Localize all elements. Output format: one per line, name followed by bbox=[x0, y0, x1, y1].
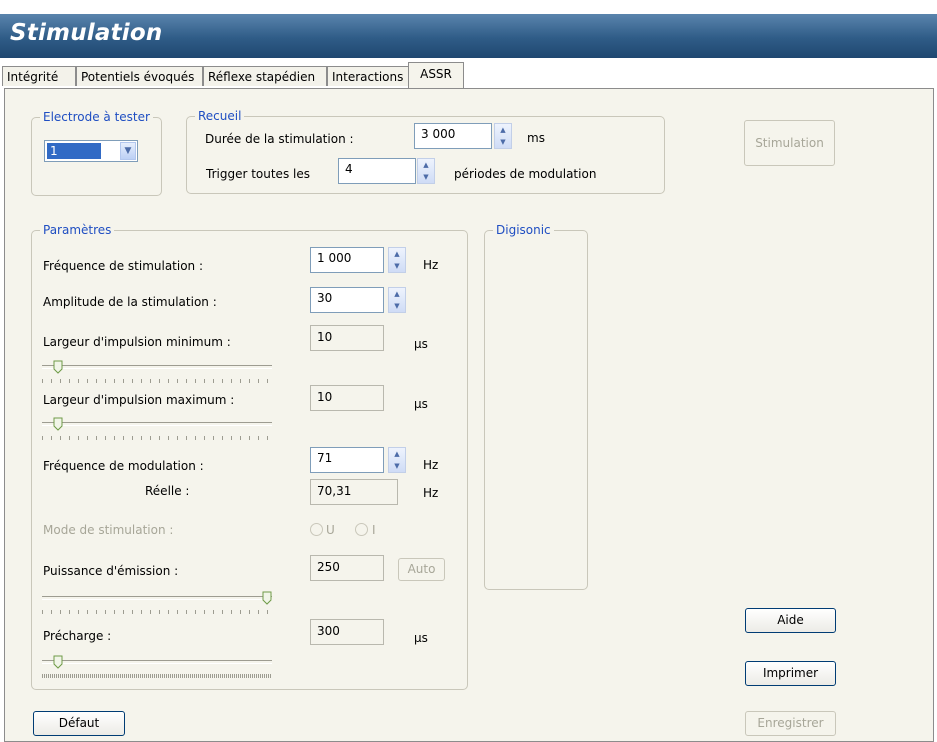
tab-label: Réflexe stapédien bbox=[208, 70, 316, 84]
slider-track bbox=[42, 365, 272, 369]
defaut-button[interactable]: Défaut bbox=[33, 711, 125, 736]
title-bar: Stimulation bbox=[0, 14, 937, 58]
window-title: Stimulation bbox=[10, 20, 163, 46]
digisonic-group: Digisonic bbox=[484, 223, 588, 590]
amplitude-input[interactable]: 30 bbox=[310, 287, 384, 313]
reelle-value: 70,31 bbox=[310, 479, 398, 505]
electrode-value: 1 bbox=[47, 143, 101, 159]
mode-i-label: I bbox=[372, 523, 376, 537]
tab-label: Interactions bbox=[332, 70, 404, 84]
chevron-up-icon[interactable]: ▲ bbox=[418, 159, 434, 171]
largeur-max-label: Largeur d'impulsion maximum : bbox=[43, 393, 235, 407]
mode-u-radio[interactable] bbox=[310, 523, 323, 536]
chevron-down-icon[interactable]: ▼ bbox=[495, 136, 511, 148]
largeur-max-value: 10 bbox=[310, 385, 384, 411]
puissance-value: 250 bbox=[310, 555, 384, 581]
largeur-min-value: 10 bbox=[310, 325, 384, 351]
reelle-label: Réelle : bbox=[145, 484, 190, 498]
chevron-up-icon[interactable]: ▲ bbox=[389, 448, 405, 460]
tab-integrite[interactable]: Intégrité bbox=[2, 66, 76, 86]
trigger-spinner[interactable]: ▲ ▼ bbox=[417, 158, 435, 184]
chevron-up-icon[interactable]: ▲ bbox=[389, 288, 405, 300]
slider-thumb-icon[interactable] bbox=[262, 591, 272, 605]
tab-label: ASSR bbox=[420, 67, 452, 81]
tab-interactions[interactable]: Interactions bbox=[327, 66, 410, 86]
enregistrer-button[interactable]: Enregistrer bbox=[745, 711, 836, 736]
tab-reflexe-stapedien[interactable]: Réflexe stapédien bbox=[203, 66, 327, 86]
chevron-down-icon[interactable]: ▼ bbox=[389, 260, 405, 272]
slider-thumb-icon[interactable] bbox=[53, 417, 63, 431]
amplitude-label: Amplitude de la stimulation : bbox=[43, 295, 217, 309]
mode-u-label: U bbox=[326, 523, 335, 537]
duree-spinner[interactable]: ▲ ▼ bbox=[494, 123, 512, 149]
aide-button[interactable]: Aide bbox=[745, 608, 836, 633]
slider-ticks bbox=[42, 610, 272, 614]
freq-stim-input[interactable]: 1 000 bbox=[310, 247, 384, 273]
precharge-slider[interactable] bbox=[42, 655, 272, 681]
mode-label: Mode de stimulation : bbox=[43, 523, 174, 537]
recueil-group: Recueil Durée de la stimulation : 3 000 … bbox=[186, 109, 665, 194]
freq-mod-spinner[interactable]: ▲ ▼ bbox=[388, 447, 406, 473]
slider-thumb-icon[interactable] bbox=[53, 655, 63, 669]
amplitude-spinner[interactable]: ▲ ▼ bbox=[388, 287, 406, 313]
auto-button[interactable]: Auto bbox=[398, 558, 445, 581]
slider-track bbox=[42, 660, 272, 664]
trigger-unit: périodes de modulation bbox=[454, 167, 597, 181]
chevron-down-icon[interactable]: ▼ bbox=[418, 171, 434, 183]
slider-track bbox=[42, 422, 272, 426]
slider-track bbox=[42, 596, 272, 600]
freq-mod-label: Fréquence de modulation : bbox=[43, 459, 204, 473]
tab-label: Potentiels évoqués bbox=[81, 70, 195, 84]
precharge-value: 300 bbox=[310, 619, 384, 645]
largeur-max-unit: µs bbox=[414, 397, 428, 411]
chevron-down-icon[interactable]: ▼ bbox=[389, 460, 405, 472]
freq-stim-label: Fréquence de stimulation : bbox=[43, 259, 204, 273]
freq-stim-unit: Hz bbox=[423, 258, 439, 272]
freq-mod-input[interactable]: 71 bbox=[310, 447, 384, 473]
recueil-legend: Recueil bbox=[195, 109, 245, 123]
tab-strip: Intégrité Potentiels évoqués Réflexe sta… bbox=[0, 62, 937, 88]
puissance-slider[interactable] bbox=[42, 591, 272, 617]
imprimer-button[interactable]: Imprimer bbox=[745, 661, 836, 686]
slider-ticks bbox=[42, 674, 272, 678]
duree-unit: ms bbox=[527, 131, 545, 145]
chevron-down-icon[interactable]: ▼ bbox=[389, 300, 405, 312]
precharge-label: Précharge : bbox=[43, 629, 112, 643]
trigger-label: Trigger toutes les bbox=[206, 167, 310, 181]
largeur-min-slider[interactable] bbox=[42, 360, 272, 386]
parametres-legend: Paramètres bbox=[40, 223, 115, 237]
chevron-up-icon[interactable]: ▲ bbox=[389, 248, 405, 260]
slider-ticks bbox=[42, 436, 272, 440]
tab-label: Intégrité bbox=[7, 70, 59, 84]
tab-potentiels-evoques[interactable]: Potentiels évoqués bbox=[76, 66, 203, 86]
digisonic-legend: Digisonic bbox=[493, 223, 554, 237]
precharge-unit: µs bbox=[414, 631, 428, 645]
duree-input[interactable]: 3 000 bbox=[414, 123, 492, 149]
chevron-up-icon[interactable]: ▲ bbox=[495, 124, 511, 136]
trigger-input[interactable]: 4 bbox=[338, 158, 416, 184]
electrode-group: Electrode à tester 1 ▼ bbox=[31, 110, 162, 196]
duree-label: Durée de la stimulation : bbox=[205, 132, 354, 146]
reelle-unit: Hz bbox=[423, 486, 439, 500]
slider-ticks bbox=[42, 379, 272, 383]
electrode-select[interactable]: 1 ▼ bbox=[44, 140, 138, 162]
stimulation-button[interactable]: Stimulation bbox=[744, 120, 835, 166]
parametres-group: Paramètres Fréquence de stimulation : 1 … bbox=[31, 223, 468, 690]
electrode-legend: Electrode à tester bbox=[40, 110, 153, 124]
largeur-min-unit: µs bbox=[414, 337, 428, 351]
largeur-max-slider[interactable] bbox=[42, 417, 272, 443]
largeur-min-label: Largeur d'impulsion minimum : bbox=[43, 335, 231, 349]
chevron-down-icon[interactable]: ▼ bbox=[120, 142, 136, 160]
freq-mod-unit: Hz bbox=[423, 458, 439, 472]
tab-assr[interactable]: ASSR bbox=[408, 62, 464, 88]
freq-stim-spinner[interactable]: ▲ ▼ bbox=[388, 247, 406, 273]
puissance-label: Puissance d'émission : bbox=[43, 564, 179, 578]
slider-thumb-icon[interactable] bbox=[53, 360, 63, 374]
mode-i-radio[interactable] bbox=[355, 523, 368, 536]
